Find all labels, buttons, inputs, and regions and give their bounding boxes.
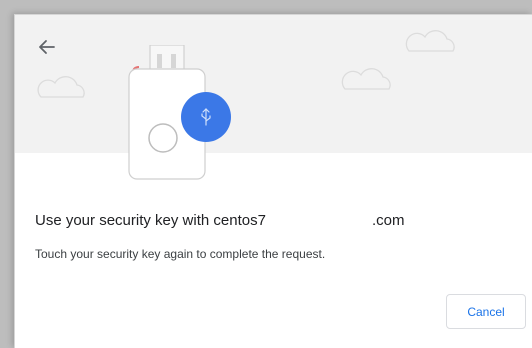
dialog-title: Use your security key with centos7 .com [35, 207, 404, 229]
security-key-illustration [128, 45, 231, 180]
back-arrow-icon[interactable] [35, 35, 59, 59]
illustration-banner [15, 15, 532, 153]
dialog-subtitle: Touch your security key again to complet… [35, 247, 326, 261]
cloud-icon [405, 30, 455, 52]
cancel-button[interactable]: Cancel [446, 294, 526, 329]
security-key-dialog: Use your security key with centos7 .com T… [14, 14, 532, 348]
redacted-domain [265, 207, 372, 225]
title-suffix: .com [371, 212, 405, 229]
cloud-icon [341, 68, 391, 90]
cloud-icon [37, 76, 85, 98]
title-prefix: Use your security key with centos7 [35, 212, 266, 229]
